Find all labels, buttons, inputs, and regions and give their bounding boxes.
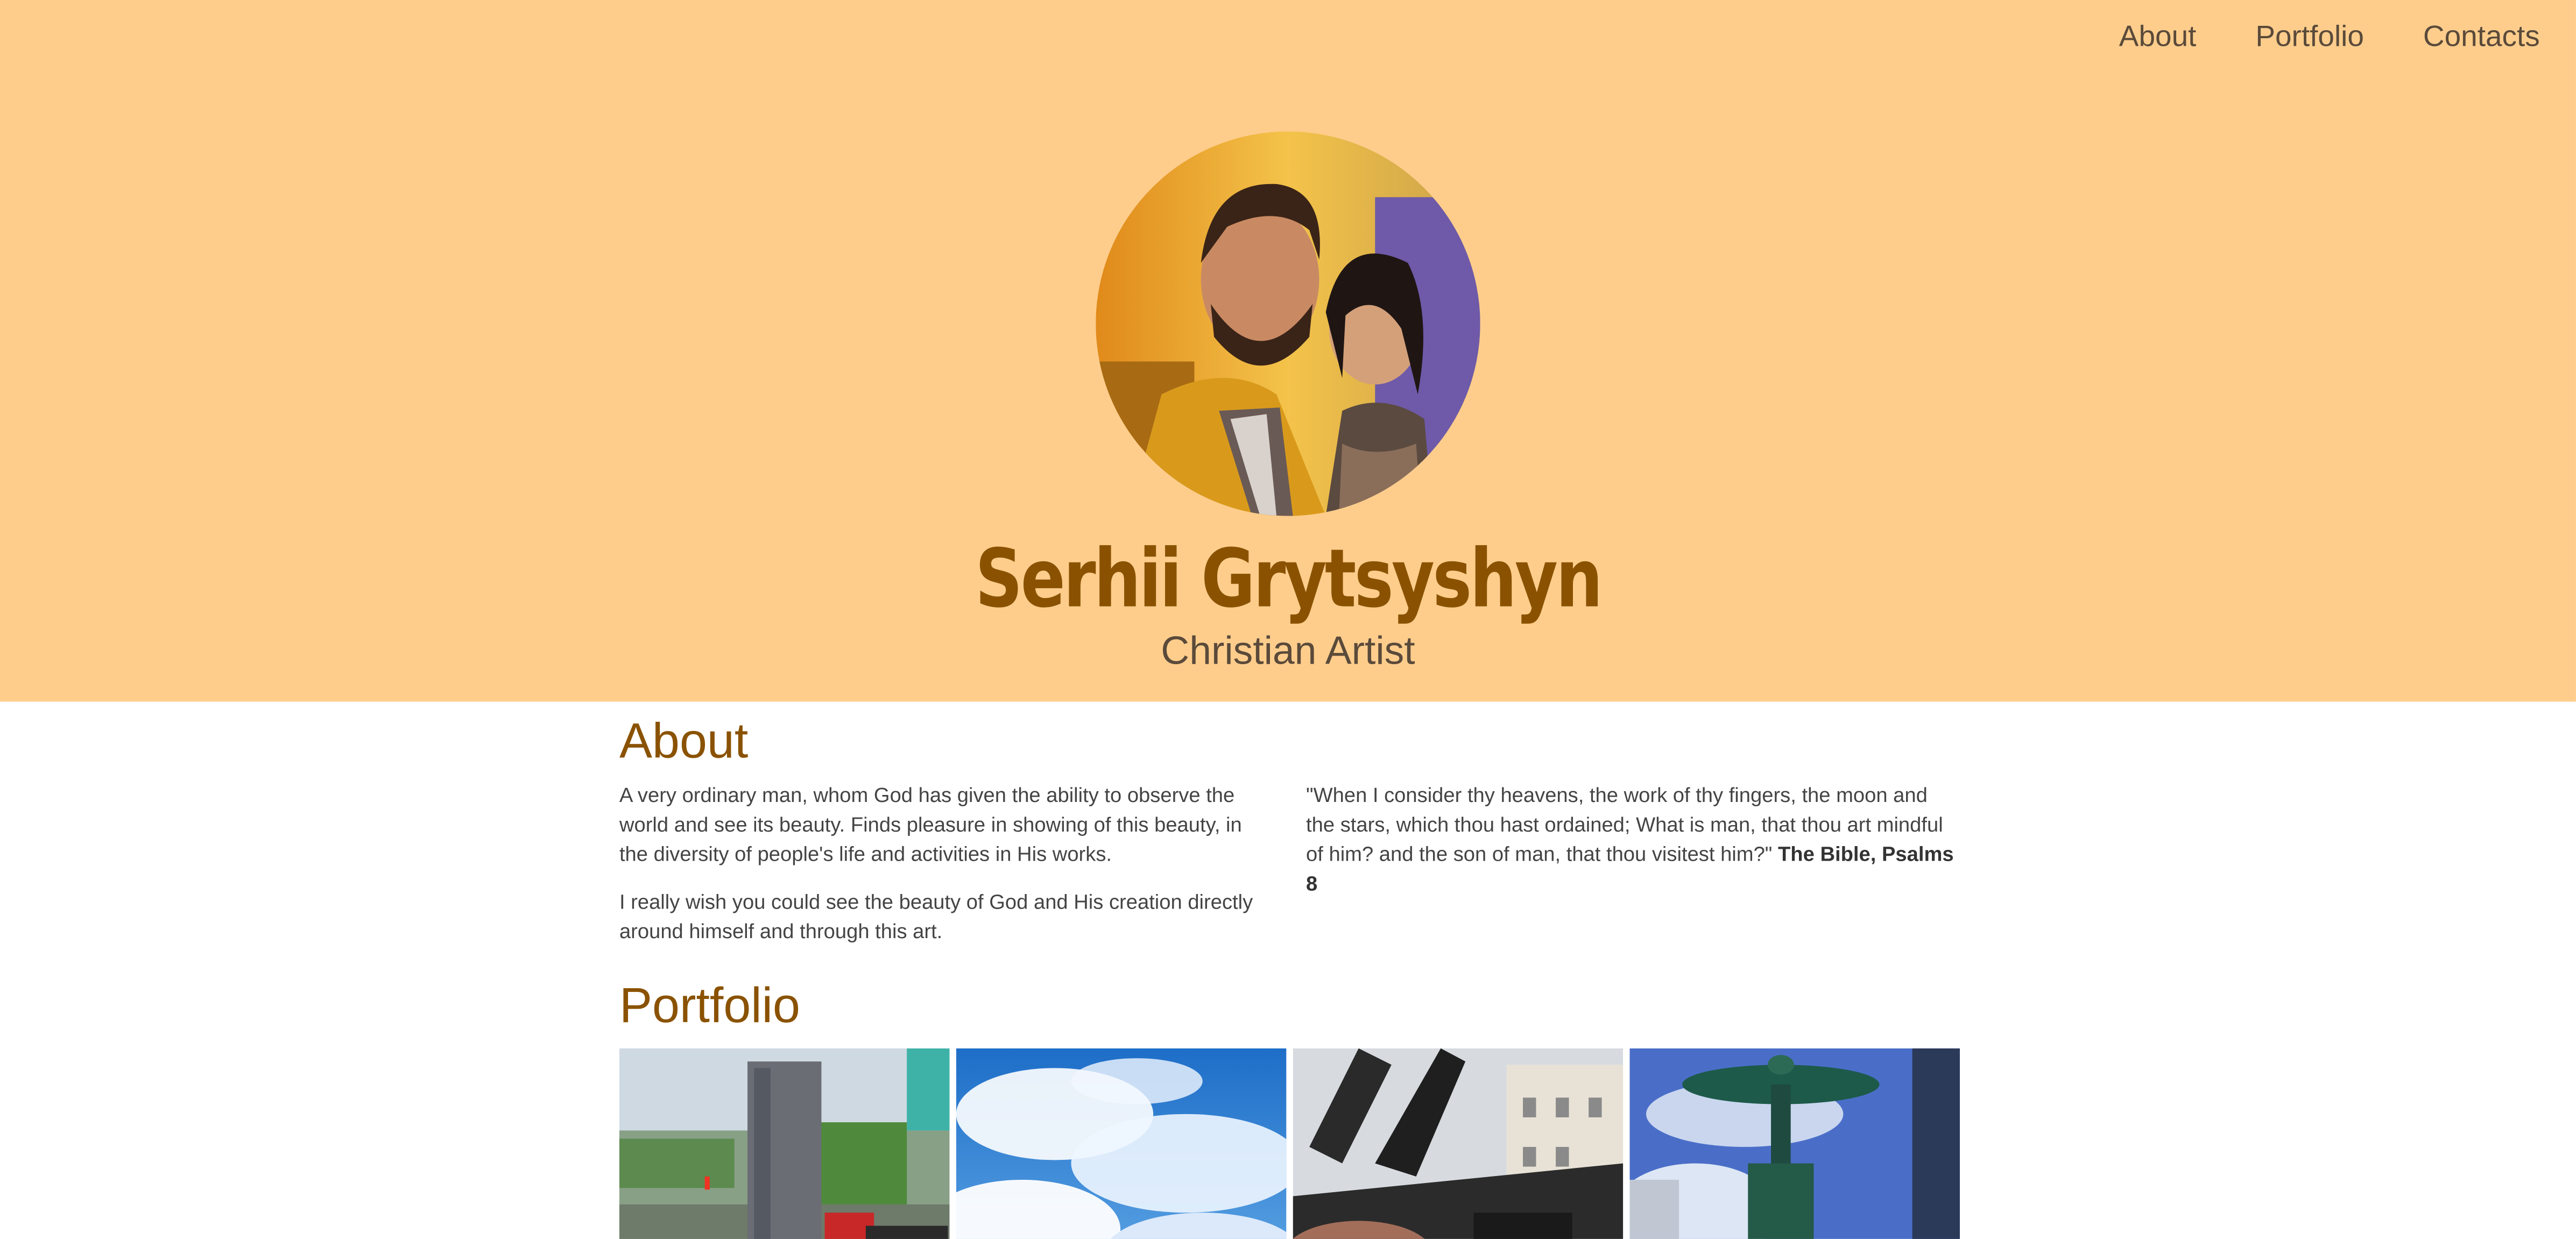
page: About Portfolio Contacts Serhii Grytsysh… xyxy=(0,0,2576,1239)
top-nav: About Portfolio Contacts xyxy=(2119,20,2540,54)
about-paragraph: A very ordinary man, whom God has given … xyxy=(619,784,1242,866)
portfolio-heading: Portfolio xyxy=(619,979,800,1034)
nav-about-link[interactable]: About xyxy=(2119,20,2197,54)
quote-block: "When I consider thy heavens, the work o… xyxy=(1306,780,1957,899)
portfolio-item-sculpture[interactable] xyxy=(1293,1048,1624,1239)
bible-quote: "When I consider thy heavens, the work o… xyxy=(1306,780,1957,899)
profile-photo xyxy=(1096,131,1480,516)
portfolio-item-sky-clouds[interactable] xyxy=(956,1048,1287,1239)
nav-portfolio-link[interactable]: Portfolio xyxy=(2255,20,2364,54)
about-paragraph: I really wish you could see the beauty o… xyxy=(619,890,1253,944)
hero-header: About Portfolio Contacts Serhii Grytsysh… xyxy=(0,0,2576,702)
about-heading: About xyxy=(619,715,749,769)
artist-name: Serhii Grytsyshyn xyxy=(975,532,1603,626)
nav-contacts-link[interactable]: Contacts xyxy=(2423,20,2540,54)
artist-subtitle: Christian Artist xyxy=(1161,629,1415,674)
about-description: A very ordinary man, whom God has given … xyxy=(619,780,1270,965)
portfolio-item-fountain[interactable] xyxy=(1629,1048,1960,1239)
portfolio-grid xyxy=(619,1048,1960,1239)
portfolio-item-monument-street[interactable] xyxy=(619,1048,950,1239)
